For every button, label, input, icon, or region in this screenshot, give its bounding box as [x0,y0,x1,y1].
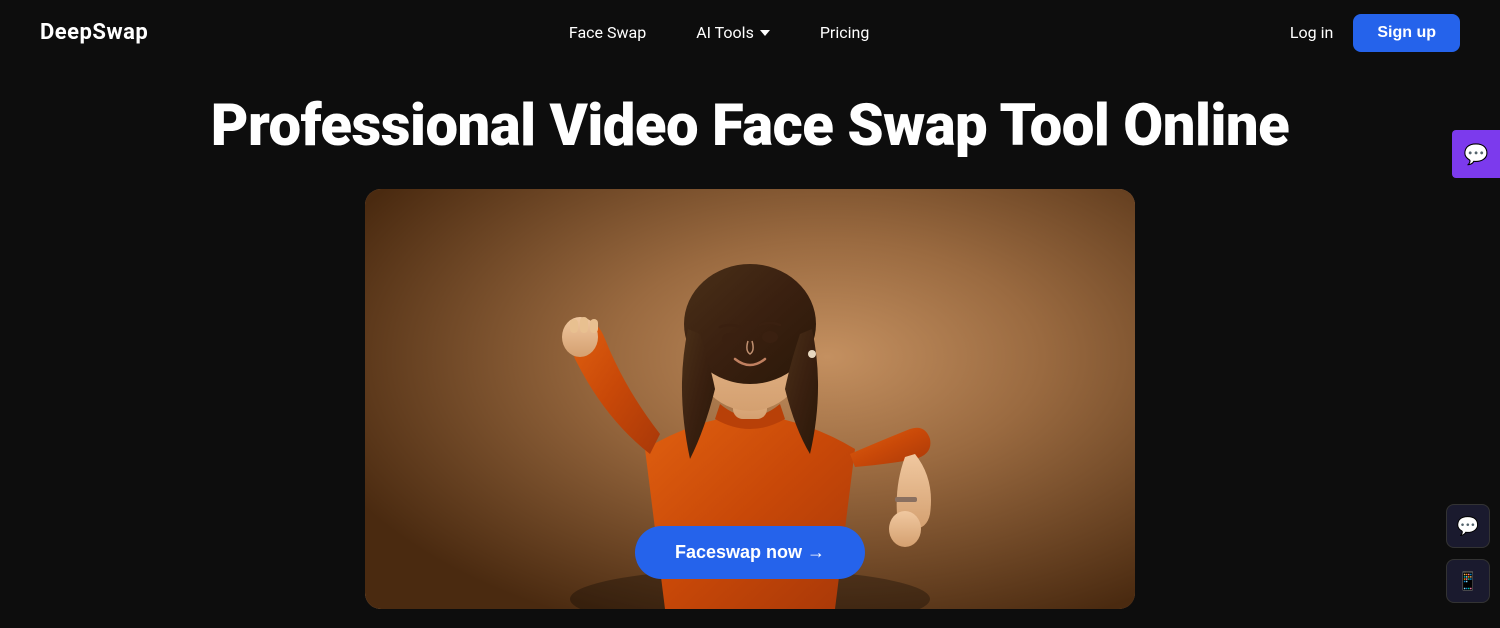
nav-pricing[interactable]: Pricing [820,23,870,42]
nav-ai-tools[interactable]: AI Tools [696,23,770,42]
message-icon: 💬 [1457,516,1479,537]
ai-tools-label: AI Tools [696,23,754,42]
logo[interactable]: DeepSwap [40,20,148,45]
faceswap-now-button[interactable]: Faceswap now → [635,526,865,579]
message-widget[interactable]: 💬 [1446,504,1490,548]
main-content: Professional Video Face Swap Tool Online [0,65,1500,609]
nav-right: Log in Sign up [1290,14,1460,52]
chevron-down-icon [760,30,770,36]
app-icon: 📱 [1457,571,1479,592]
app-widget[interactable]: 📱 [1446,559,1490,603]
chat-widget[interactable]: 💬 [1452,130,1500,178]
hero-title: Professional Video Face Swap Tool Online [211,95,1290,159]
navbar: DeepSwap Face Swap AI Tools Pricing Log … [0,0,1500,65]
faceswap-btn-overlay: Faceswap now → [635,526,865,579]
login-link[interactable]: Log in [1290,23,1333,42]
signup-button[interactable]: Sign up [1353,14,1460,52]
nav-center: Face Swap AI Tools Pricing [569,23,869,42]
video-container: Faceswap now → [365,189,1135,609]
nav-face-swap[interactable]: Face Swap [569,23,646,42]
logo-text: DeepSwap [40,20,148,45]
chat-bubble-icon: 💬 [1464,142,1489,166]
